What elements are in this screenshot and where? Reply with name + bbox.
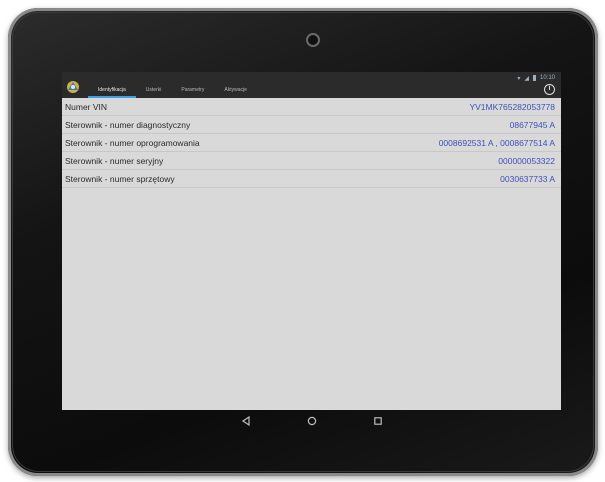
identification-list: Numer VIN YV1MK765282053778 Sterownik - …: [62, 98, 561, 188]
camera-icon: [306, 33, 320, 47]
status-time: 10:10: [539, 75, 555, 81]
app-screen: ▾ ◢ 10:10 Identyfikacja Usterki Parametr…: [62, 72, 561, 410]
app-bar: Identyfikacja Usterki Parametry Aktywacj…: [62, 81, 561, 98]
signal-icon: ◢: [524, 75, 529, 82]
row-value: YV1MK765282053778: [469, 101, 555, 112]
recents-icon[interactable]: [371, 414, 385, 428]
battery-icon: [532, 75, 536, 81]
row-label: Sterownik - numer sprzętowy: [65, 173, 175, 184]
list-item: Sterownik - numer sprzętowy 0030637733 A: [62, 170, 561, 188]
row-value: 0030637733 A: [500, 173, 555, 184]
row-value: 08677945 A: [509, 119, 555, 130]
tab-parametry[interactable]: Parametry: [171, 84, 214, 98]
status-icons: ▾ ◢ 10:10: [517, 73, 555, 83]
list-item: Numer VIN YV1MK765282053778: [62, 98, 561, 116]
list-item: Sterownik - numer oprogramowania 0008692…: [62, 134, 561, 152]
tab-aktywacje[interactable]: Aktywacje: [214, 84, 257, 98]
android-nav-bar: [62, 410, 561, 432]
back-icon[interactable]: [239, 414, 253, 428]
tab-identyfikacja[interactable]: Identyfikacja: [88, 84, 136, 98]
home-icon[interactable]: [305, 414, 319, 428]
row-label: Sterownik - numer diagnostyczny: [65, 119, 191, 130]
status-bar: ▾ ◢ 10:10: [62, 72, 561, 84]
row-value: 0008692531 A , 0008677514 A: [438, 137, 555, 148]
row-label: Sterownik - numer oprogramowania: [65, 137, 200, 148]
row-label: Sterownik - numer seryjny: [65, 155, 164, 166]
tab-bar: Identyfikacja Usterki Parametry Aktywacj…: [88, 84, 257, 98]
info-icon[interactable]: i: [544, 84, 555, 95]
list-item: Sterownik - numer seryjny 000000053322: [62, 152, 561, 170]
row-label: Numer VIN: [65, 101, 108, 112]
tab-usterki[interactable]: Usterki: [136, 84, 172, 98]
wifi-icon: ▾: [517, 75, 521, 82]
list-item: Sterownik - numer diagnostyczny 08677945…: [62, 116, 561, 134]
app-logo-icon[interactable]: [65, 78, 81, 94]
row-value: 000000053322: [498, 155, 555, 166]
